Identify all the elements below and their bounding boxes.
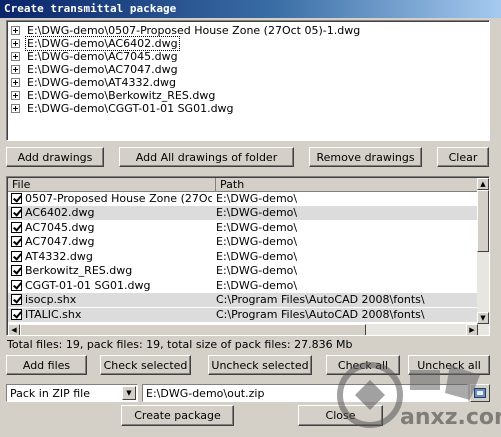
pack-mode-value: Pack in ZIP file <box>10 387 90 400</box>
column-header-file[interactable]: File <box>8 178 216 192</box>
clear-button[interactable]: Clear <box>437 147 489 167</box>
scroll-right-icon[interactable]: ▶ <box>466 324 478 335</box>
row-checkbox[interactable] <box>11 207 22 218</box>
vertical-scrollbar[interactable]: ▲ ▼ <box>477 178 489 324</box>
uncheck-selected-button[interactable]: Uncheck selected <box>208 355 312 375</box>
check-selected-button[interactable]: Check selected <box>100 355 191 375</box>
add-drawings-button[interactable]: Add drawings <box>6 147 104 167</box>
horizontal-scroll-thumb[interactable] <box>20 324 366 335</box>
expand-icon[interactable] <box>11 104 20 113</box>
path-cell: E:\DWG-demo\ <box>216 235 298 248</box>
tree-item[interactable]: E:\DWG-demo\AC7045.dwg <box>11 50 179 63</box>
path-cell: E:\DWG-demo\ <box>216 279 298 292</box>
expand-icon[interactable] <box>11 52 20 61</box>
table-row[interactable]: AC7047.dwg E:\DWG-demo\ <box>8 235 478 249</box>
table-row[interactable]: AT4332.dwg E:\DWG-demo\ <box>8 250 478 264</box>
path-cell: C:\Program Files\AutoCAD 2008\fonts\ <box>216 308 425 321</box>
column-header-path[interactable]: Path <box>216 178 478 192</box>
file-cell: isocp.shx <box>25 293 77 306</box>
vertical-scroll-thumb[interactable] <box>477 190 489 252</box>
table-row[interactable]: Berkowitz_RES.dwg E:\DWG-demo\ <box>8 264 478 278</box>
table-row[interactable]: AC7045.dwg E:\DWG-demo\ <box>8 221 478 235</box>
path-cell: E:\DWG-demo\ <box>216 264 298 277</box>
file-list[interactable]: File Path 0507-Proposed House Zone (27Oc… <box>6 176 490 336</box>
file-cell: AC7045.dwg <box>25 221 95 234</box>
watermark-text: anxz.com <box>400 405 501 430</box>
tree-item-label: E:\DWG-demo\AC7045.dwg <box>27 50 178 63</box>
window-title: Create transmittal package <box>4 2 177 15</box>
row-checkbox[interactable] <box>11 193 22 204</box>
scroll-left-icon[interactable]: ◀ <box>8 324 20 335</box>
file-cell: ITALIC.shx <box>25 308 82 321</box>
table-row[interactable]: ITALIC.shx C:\Program Files\AutoCAD 2008\… <box>8 308 478 322</box>
create-package-button[interactable]: Create package <box>121 405 234 426</box>
tree-item-label: E:\DWG-demo\CGGT-01-01 SG01.dwg <box>27 102 234 115</box>
horizontal-scrollbar[interactable]: ◀ ▶ <box>8 324 489 335</box>
tree-item[interactable]: E:\DWG-demo\AT4332.dwg <box>11 76 177 89</box>
file-cell: 0507-Proposed House Zone (27Oct 05... <box>25 192 212 205</box>
file-cell: AC6402.dwg <box>25 206 95 219</box>
table-row[interactable]: CGGT-01-01 SG01.dwg E:\DWG-demo\ <box>8 279 478 293</box>
tree-item[interactable]: E:\DWG-demo\0507-Proposed House Zone (27… <box>11 24 361 37</box>
expand-icon[interactable] <box>11 65 20 74</box>
drawing-tree[interactable]: E:\DWG-demo\0507-Proposed House Zone (27… <box>6 20 490 141</box>
path-cell: E:\DWG-demo\ <box>216 206 298 219</box>
path-cell: E:\DWG-demo\ <box>216 192 298 205</box>
scroll-up-icon[interactable]: ▲ <box>477 178 489 190</box>
add-files-button[interactable]: Add files <box>6 355 87 375</box>
expand-icon[interactable] <box>11 78 20 87</box>
tree-item[interactable]: E:\DWG-demo\Berkowitz_RES.dwg <box>11 89 216 102</box>
row-checkbox[interactable] <box>11 280 22 291</box>
file-cell: AC7047.dwg <box>25 235 95 248</box>
pack-mode-select[interactable]: Pack in ZIP file ▼ <box>6 384 138 402</box>
table-row[interactable]: 0507-Proposed House Zone (27Oct 05... E:\… <box>8 192 478 206</box>
tree-item-label: E:\DWG-demo\0507-Proposed House Zone (27… <box>27 24 361 37</box>
row-checkbox[interactable] <box>11 294 22 305</box>
file-cell: CGGT-01-01 SG01.dwg <box>25 279 151 292</box>
remove-drawings-button[interactable]: Remove drawings <box>309 147 422 167</box>
status-text: Total files: 19, pack files: 19, total s… <box>7 338 353 351</box>
path-cell: E:\DWG-demo\ <box>216 250 298 263</box>
row-checkbox[interactable] <box>11 222 22 233</box>
file-cell: Berkowitz_RES.dwg <box>25 264 133 277</box>
row-checkbox[interactable] <box>11 265 22 276</box>
expand-icon[interactable] <box>11 39 20 48</box>
file-cell: AT4332.dwg <box>25 250 93 263</box>
tree-item[interactable]: E:\DWG-demo\AC6402.dwg <box>11 36 180 51</box>
expand-icon[interactable] <box>11 26 20 35</box>
scroll-down-icon[interactable]: ▼ <box>477 312 489 324</box>
row-checkbox[interactable] <box>11 236 22 247</box>
row-checkbox[interactable] <box>11 251 22 262</box>
tree-item[interactable]: E:\DWG-demo\AC7047.dwg <box>11 63 179 76</box>
tree-item-label: E:\DWG-demo\AC6402.dwg <box>25 36 180 51</box>
tree-item-label: E:\DWG-demo\AC7047.dwg <box>27 63 178 76</box>
title-bar: Create transmittal package <box>0 0 501 18</box>
tree-item[interactable]: E:\DWG-demo\CGGT-01-01 SG01.dwg <box>11 102 235 115</box>
chevron-down-icon[interactable]: ▼ <box>122 386 136 400</box>
expand-icon[interactable] <box>11 91 20 100</box>
watermark: anxz.com <box>330 355 501 437</box>
path-cell: C:\Program Files\AutoCAD 2008\fonts\ <box>216 293 425 306</box>
add-all-drawings-button[interactable]: Add All drawings of folder <box>119 147 294 167</box>
list-header: File Path <box>8 178 478 192</box>
row-checkbox[interactable] <box>11 309 22 320</box>
table-row[interactable]: isocp.shx C:\Program Files\AutoCAD 2008\f… <box>8 293 478 307</box>
tree-item-label: E:\DWG-demo\Berkowitz_RES.dwg <box>27 89 216 102</box>
table-row[interactable]: AC6402.dwg E:\DWG-demo\ <box>8 206 478 220</box>
tree-item-label: E:\DWG-demo\AT4332.dwg <box>27 76 176 89</box>
path-cell: E:\DWG-demo\ <box>216 221 298 234</box>
